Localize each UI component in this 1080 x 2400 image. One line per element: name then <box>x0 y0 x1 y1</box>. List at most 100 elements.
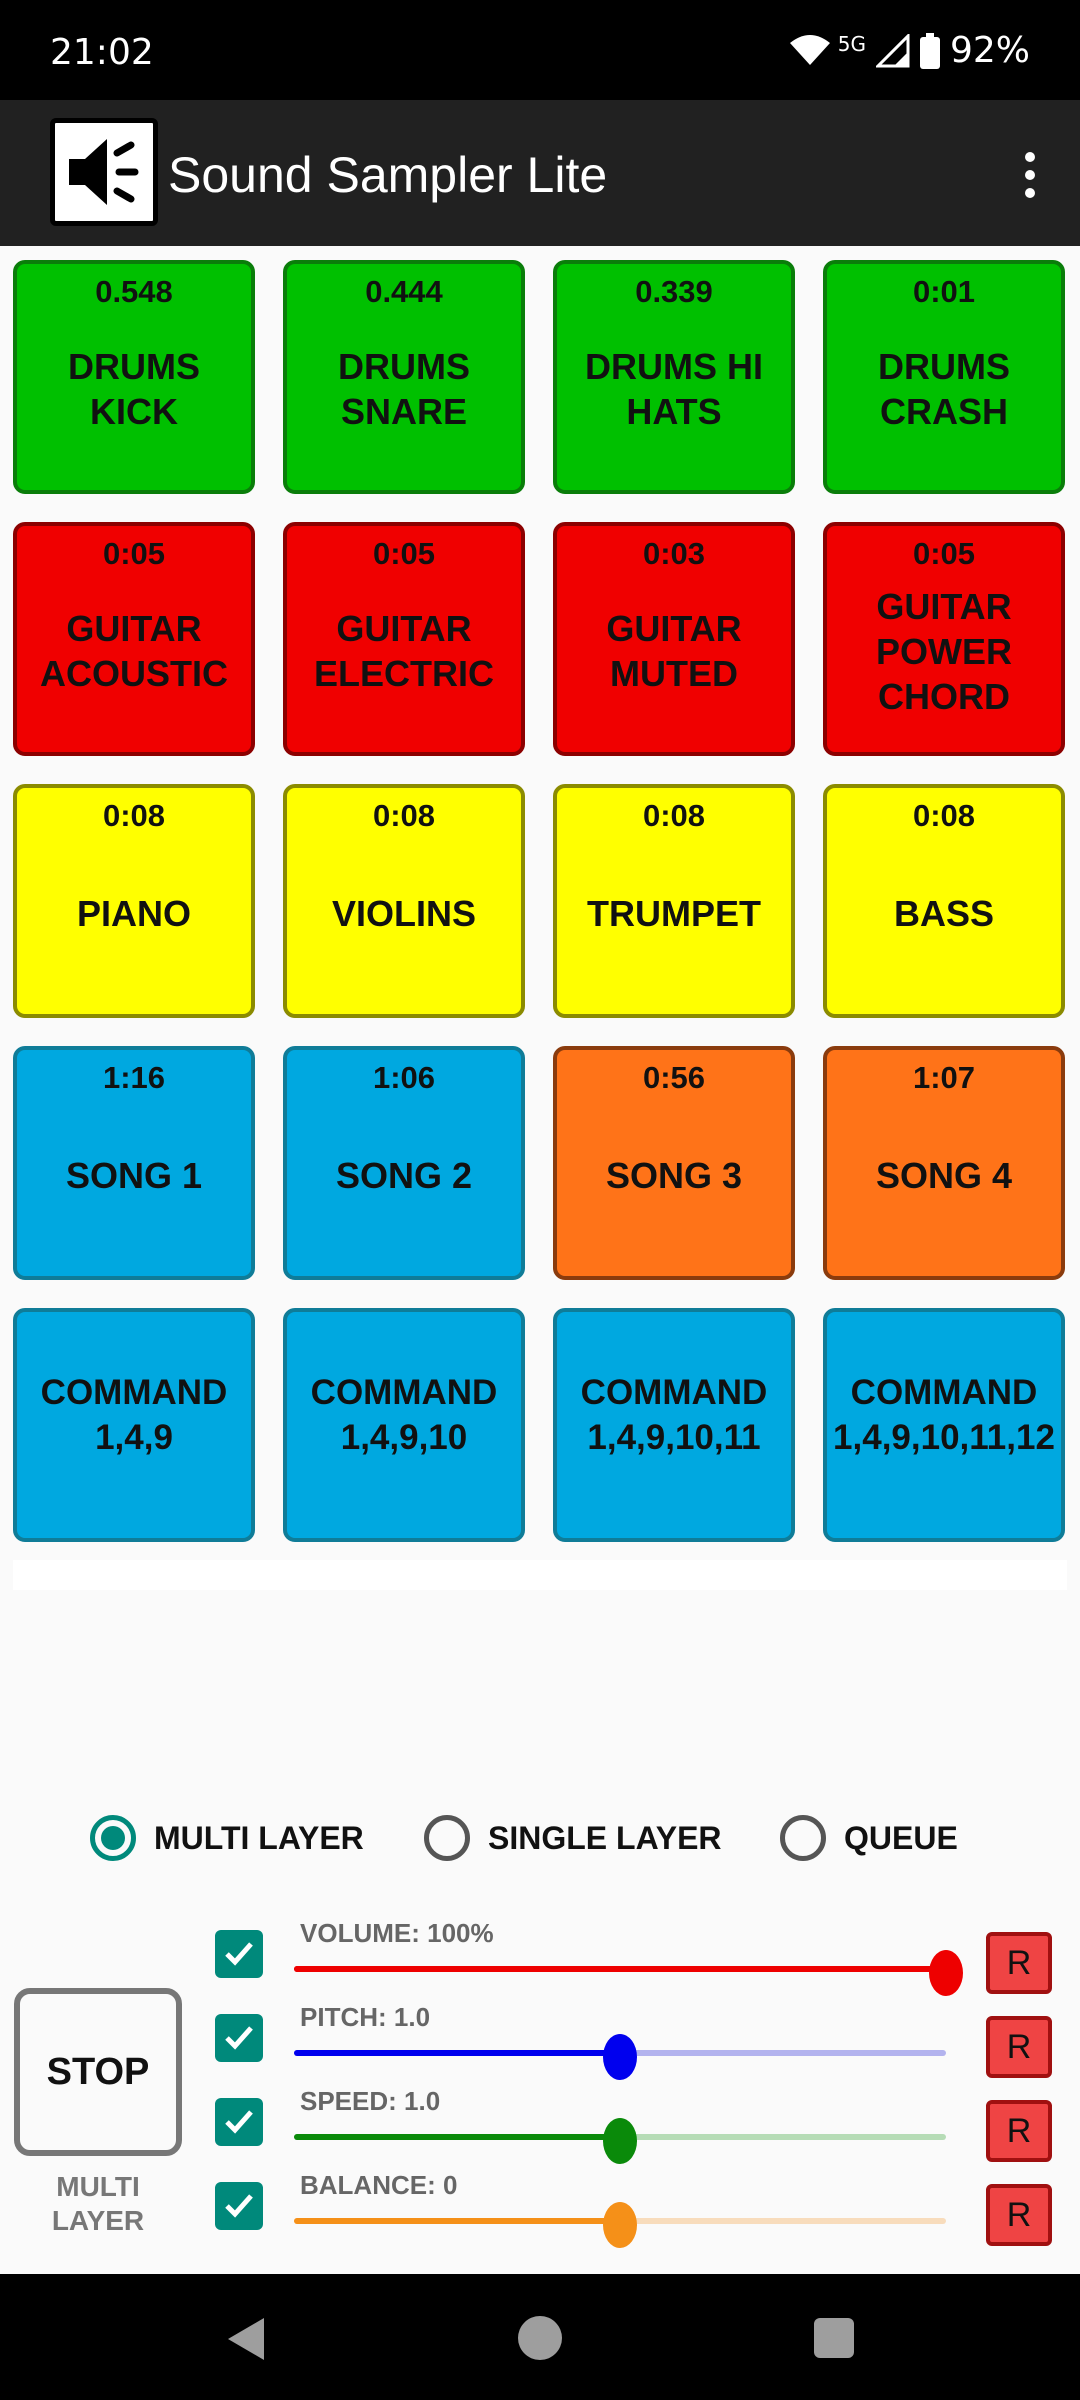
volume-checkbox[interactable] <box>215 1930 263 1978</box>
pad-duration: 1:06 <box>372 1060 436 1095</box>
sound-pad[interactable]: COMMAND 1,4,9,10 <box>283 1308 525 1542</box>
sound-pad[interactable]: 1:16 SONG 1 <box>13 1046 255 1280</box>
balance-checkbox[interactable] <box>215 2182 263 2230</box>
pad-label: DRUMS CRASH <box>878 346 1010 432</box>
pad-label: PIANO <box>76 892 191 934</box>
sound-pad[interactable]: 0:08 TRUMPET <box>553 784 795 1018</box>
pad-duration: 0:56 <box>642 1060 706 1095</box>
sound-pad[interactable]: 1:06 SONG 2 <box>283 1046 525 1280</box>
volume-slider[interactable] <box>294 1950 963 1996</box>
divider <box>13 1560 1067 1590</box>
pitch-checkbox[interactable] <box>215 2014 263 2062</box>
pad-label: DRUMS HI HATS <box>585 346 763 432</box>
sound-pad[interactable]: 0:08 VIOLINS <box>283 784 525 1018</box>
radio-multi-layer-circle[interactable] <box>90 1815 136 1861</box>
status-time: 21:02 <box>50 32 154 73</box>
balance-reset-button[interactable]: R <box>986 2184 1052 2246</box>
volume-reset-button[interactable]: R <box>986 1932 1052 1994</box>
speed-reset-button[interactable]: R <box>986 2100 1052 2162</box>
pad-duration: 0.339 <box>635 274 713 309</box>
volume-slider-thumb[interactable] <box>929 1950 963 1996</box>
pad-label: SONG 4 <box>875 1154 1013 1196</box>
sound-pad[interactable]: 0.548 DRUMS KICK <box>13 260 255 494</box>
radio-single-layer[interactable]: SINGLE LAYER <box>424 1815 722 1861</box>
speed-control: SPEED: 1.0 R <box>0 2086 1080 2174</box>
more-vert-icon[interactable] <box>1000 140 1060 210</box>
pitch-label: PITCH: 1.0 <box>300 2002 431 2032</box>
sound-pad[interactable]: 0:03 GUITAR MUTED <box>553 522 795 756</box>
pad-duration: 0:05 <box>372 536 436 571</box>
speed-checkbox[interactable] <box>215 2098 263 2146</box>
pitch-slider-thumb[interactable] <box>603 2034 637 2080</box>
network-type: 5G <box>837 31 866 56</box>
pad-label: SONG 3 <box>605 1154 743 1196</box>
sound-pad[interactable]: COMMAND 1,4,9 <box>13 1308 255 1542</box>
pad-duration: 1:16 <box>102 1060 166 1095</box>
pad-duration: 0:08 <box>912 798 976 833</box>
pad-label: DRUMS KICK <box>68 346 200 432</box>
sound-pad[interactable]: 0.339 DRUMS HI HATS <box>553 260 795 494</box>
radio-single-layer-label: SINGLE LAYER <box>488 1819 722 1856</box>
sound-pad[interactable]: 1:07 SONG 4 <box>823 1046 1065 1280</box>
pad-duration: 0.548 <box>95 274 173 309</box>
app-bar: Sound Sampler Lite <box>0 100 1080 246</box>
pad-label: GUITAR POWER CHORD <box>875 585 1012 717</box>
radio-queue[interactable]: QUEUE <box>780 1815 958 1861</box>
sound-pad[interactable]: 0:08 BASS <box>823 784 1065 1018</box>
pad-label: BASS <box>893 892 995 934</box>
mode-radio-group: MULTI LAYER SINGLE LAYER QUEUE <box>0 1815 1080 1875</box>
pad-label: COMMAND 1,4,9,10,11 <box>580 1373 768 1457</box>
pad-label: COMMAND 1,4,9,10,11,12 <box>833 1373 1055 1457</box>
status-bar: 21:02 5G 92% <box>0 0 1080 100</box>
battery-icon <box>919 32 940 69</box>
battery-level: 92% <box>949 30 1030 71</box>
pad-label: GUITAR ELECTRIC <box>314 608 494 694</box>
speed-slider-thumb[interactable] <box>603 2118 637 2164</box>
speed-slider-fill <box>294 2134 620 2140</box>
volume-slider-fill <box>294 1966 946 1972</box>
radio-queue-circle[interactable] <box>780 1815 826 1861</box>
pad-label: COMMAND 1,4,9 <box>40 1373 228 1457</box>
pad-label: SONG 2 <box>335 1154 473 1196</box>
radio-multi-layer[interactable]: MULTI LAYER <box>90 1815 364 1861</box>
balance-control: BALANCE: 0 R <box>0 2170 1080 2258</box>
radio-queue-label: QUEUE <box>844 1819 958 1856</box>
sound-pad[interactable]: 0:05 GUITAR ACOUSTIC <box>13 522 255 756</box>
pad-duration: 0:08 <box>372 798 436 833</box>
sound-pad[interactable]: COMMAND 1,4,9,10,11,12 <box>823 1308 1065 1542</box>
pitch-reset-button[interactable]: R <box>986 2016 1052 2078</box>
status-icons: 5G 92% <box>789 30 1030 71</box>
pad-duration: 0:08 <box>642 798 706 833</box>
back-icon[interactable] <box>224 2316 268 2362</box>
pad-duration: 0:03 <box>642 536 706 571</box>
recents-icon[interactable] <box>814 2318 854 2358</box>
sound-pad[interactable]: 0:56 SONG 3 <box>553 1046 795 1280</box>
sound-pad[interactable]: 0:01 DRUMS CRASH <box>823 260 1065 494</box>
pad-label: GUITAR ACOUSTIC <box>40 608 228 694</box>
balance-slider-thumb[interactable] <box>603 2202 637 2248</box>
balance-label: BALANCE: 0 <box>300 2170 458 2200</box>
balance-slider-fill <box>294 2218 620 2224</box>
signal-icon <box>875 33 910 67</box>
pad-label: VIOLINS <box>331 892 477 934</box>
home-icon[interactable] <box>518 2316 562 2360</box>
pad-label: DRUMS SNARE <box>338 346 470 432</box>
radio-single-layer-circle[interactable] <box>424 1815 470 1861</box>
wifi-icon <box>789 34 830 65</box>
pad-duration: 0:05 <box>102 536 166 571</box>
pad-label: GUITAR MUTED <box>606 608 742 694</box>
pad-label: TRUMPET <box>587 892 761 934</box>
sound-pad[interactable]: COMMAND 1,4,9,10,11 <box>553 1308 795 1542</box>
pitch-slider[interactable] <box>294 2034 946 2080</box>
app-title: Sound Sampler Lite <box>168 147 608 203</box>
sound-pad[interactable]: 0:05 GUITAR POWER CHORD <box>823 522 1065 756</box>
speed-label: SPEED: 1.0 <box>300 2086 441 2116</box>
sound-pad[interactable]: 0:05 GUITAR ELECTRIC <box>283 522 525 756</box>
pad-duration: 0:08 <box>102 798 166 833</box>
speaker-icon <box>50 118 158 226</box>
radio-multi-layer-label: MULTI LAYER <box>154 1819 364 1856</box>
balance-slider[interactable] <box>294 2202 946 2248</box>
speed-slider[interactable] <box>294 2118 946 2164</box>
sound-pad[interactable]: 0.444 DRUMS SNARE <box>283 260 525 494</box>
sound-pad[interactable]: 0:08 PIANO <box>13 784 255 1018</box>
